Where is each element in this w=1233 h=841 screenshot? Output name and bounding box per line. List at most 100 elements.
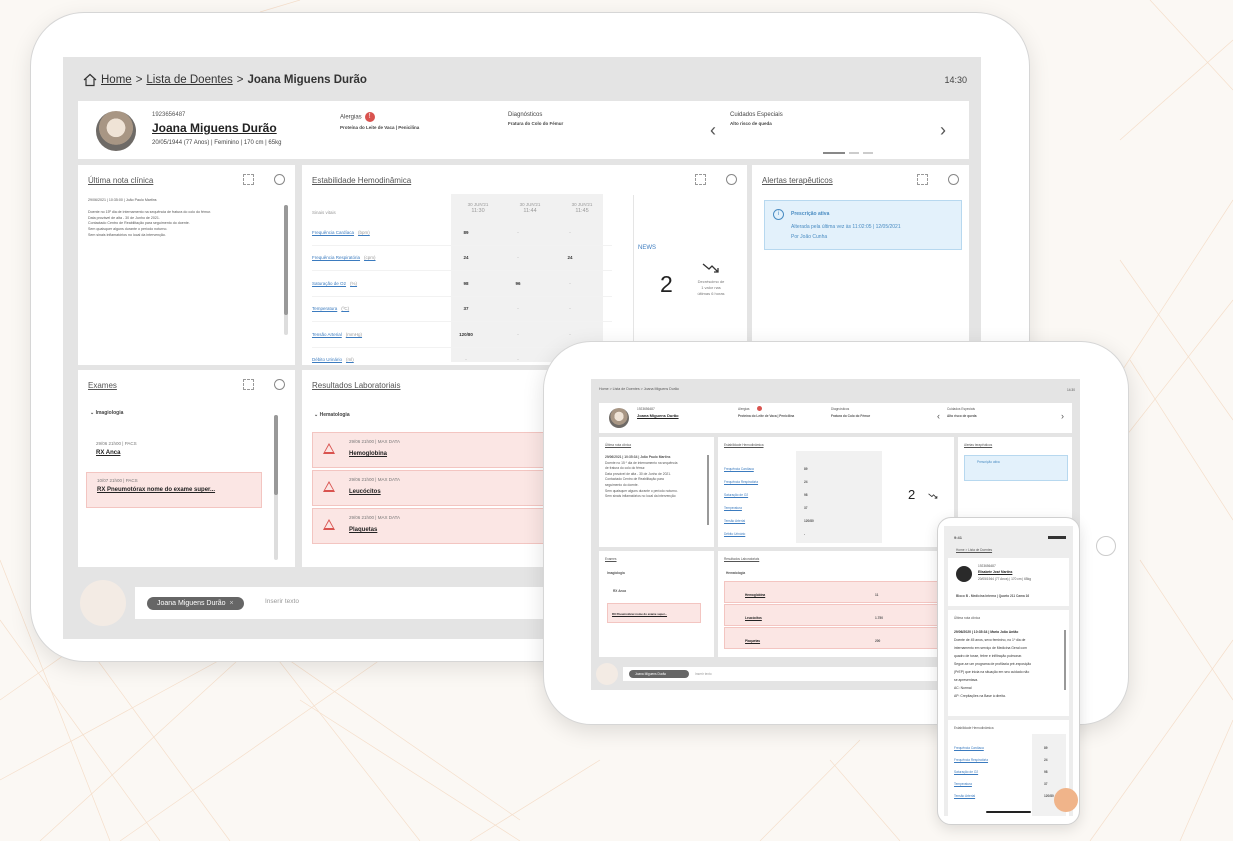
expand-icon[interactable] xyxy=(917,174,928,185)
lab-result-row[interactable]: Hemoglobina 11 xyxy=(724,581,946,603)
patient-avatar xyxy=(956,566,972,582)
scrollbar[interactable] xyxy=(284,205,288,335)
home-icon[interactable] xyxy=(83,73,97,87)
hemodynamic-card: Estabilidade Hemodinâmica Frequência Car… xyxy=(948,720,1069,816)
breadcrumb-home[interactable]: Home xyxy=(101,74,132,86)
patient-chip[interactable]: Joana Miguens Durão × xyxy=(147,597,244,610)
patient-avatar xyxy=(609,408,629,428)
carousel-prev-button[interactable]: ‹ xyxy=(710,120,716,141)
floating-action-button[interactable] xyxy=(1054,788,1078,812)
carousel-dot[interactable] xyxy=(863,152,873,154)
trend-down-icon xyxy=(702,263,719,273)
chip-close-icon[interactable]: × xyxy=(230,600,234,607)
exams-group[interactable]: ⌄ Imagiologia xyxy=(90,410,123,416)
labs-group[interactable]: ⌄ Hematologia xyxy=(314,412,350,418)
last-note-body: 29/06/2021 | 10:35:34 | João Paulo Marti… xyxy=(605,455,678,499)
settings-icon[interactable] xyxy=(726,174,737,185)
expand-icon[interactable] xyxy=(243,174,254,185)
lab-result-row[interactable]: 29/06 21h00 | MAX DATA Hemoglobina xyxy=(312,432,554,468)
last-note-title[interactable]: Última nota clínica xyxy=(88,176,153,185)
vitals-row: Saturação de O2 (%) 98 96- xyxy=(312,271,612,297)
patient-id: 1923656487 xyxy=(152,112,186,118)
scrollbar[interactable] xyxy=(274,415,278,560)
clock: 14:30 xyxy=(944,75,967,85)
patient-avatar xyxy=(96,111,136,151)
warning-icon xyxy=(323,443,335,454)
special-care-section: Cuidados Especiais Alto risco de queda xyxy=(730,112,783,126)
lab-result-row[interactable]: 29/06 21h00 | MAX DATA Plaquetas xyxy=(312,508,554,544)
scrollbar[interactable] xyxy=(707,455,709,525)
home-button[interactable] xyxy=(1096,536,1116,556)
settings-icon[interactable] xyxy=(274,174,285,185)
exams-card: Exames ⌄ Imagiologia 29/06 21h00 | PACS … xyxy=(78,370,295,575)
last-note-body: 29/06/2020 | 10:35:34 | Maria João Antão… xyxy=(954,630,1032,698)
vitals-row: Frequência Cardíaca (bpm) 89- - xyxy=(312,220,612,246)
carousel-dot[interactable] xyxy=(849,152,859,154)
breadcrumb-patient-list[interactable]: Lista de Doentes xyxy=(146,74,232,86)
vitals-row: Temperatura (ºC) 37- - xyxy=(312,297,612,322)
patient-chip[interactable]: Joana Miguens Durão xyxy=(629,670,689,678)
warning-icon xyxy=(323,481,335,492)
lab-result-row[interactable]: Plaquetas 200 xyxy=(724,627,946,649)
patient-name[interactable]: Elisabete José Martins xyxy=(978,570,1012,574)
last-note-line: 29/06/2021 | 10:35:00 | João Paulo Marti… xyxy=(88,198,157,202)
patient-info: 20/05/1944 (77 Anos) | Feminino | 170 cm… xyxy=(152,140,282,146)
trend-down-icon xyxy=(928,493,938,499)
breadcrumb[interactable]: Home > Lista de Doentes > Joana Miguens … xyxy=(599,387,679,391)
exam-item-alert[interactable]: 10/07 21h00 | PACS RX Pneumotórax nome d… xyxy=(86,472,262,508)
therapeutic-alerts-card: Alertas terapêuticos i Prescrição ativa … xyxy=(752,165,969,365)
news-score: 2 xyxy=(908,487,916,502)
expand-icon[interactable] xyxy=(695,174,706,185)
info-icon: i xyxy=(773,209,784,220)
lab-result-row[interactable]: 29/06 21h00 | MAX DATA Leucócitos xyxy=(312,470,554,506)
alerts-title[interactable]: Alertas terapêuticos xyxy=(762,176,833,185)
patient-header: 1923656487 Joana Miguens Durão Alergias … xyxy=(599,403,1072,433)
allergies-alert-badge[interactable] xyxy=(757,406,762,411)
user-avatar-button[interactable] xyxy=(80,580,126,626)
note-input[interactable]: Joana Miguens Durão × Inserir texto xyxy=(135,587,575,619)
active-prescription-alert[interactable]: Prescrição ativa xyxy=(964,455,1068,481)
hemodynamic-title[interactable]: Estabilidade Hemodinâmica xyxy=(312,176,411,185)
exam-item-alert[interactable]: RX Pneumotórax nome do exame super... xyxy=(607,603,701,623)
active-prescription-alert[interactable]: i Prescrição ativa Alterada pela última … xyxy=(764,200,962,250)
last-note-line: Sem sinais inflamatórios no local da int… xyxy=(88,232,166,237)
status-icons xyxy=(1048,536,1066,539)
settings-icon[interactable] xyxy=(948,174,959,185)
patient-name[interactable]: Joana Miguens Durão xyxy=(152,121,277,135)
exams-title[interactable]: Exames xyxy=(88,381,117,390)
patient-name[interactable]: Joana Miguens Durão xyxy=(637,413,679,418)
expand-icon[interactable] xyxy=(243,379,254,390)
vitals-row: Tensão Arterial (mmHg) 120/80- - xyxy=(312,322,612,348)
news-label[interactable]: NEWS xyxy=(638,245,656,251)
settings-icon[interactable] xyxy=(274,379,285,390)
allergies-section: Alergias! Proteína do Leite de Vaca | Pe… xyxy=(340,112,419,130)
exam-item[interactable]: RX Anca xyxy=(613,589,626,593)
patient-header: 1923656487 Joana Miguens Durão 20/05/194… xyxy=(78,101,969,159)
carousel-next-button[interactable]: › xyxy=(940,120,946,141)
allergies-alert-badge[interactable]: ! xyxy=(364,112,375,122)
last-note-card: Última nota clínica 29/06/2021 | 10:35:3… xyxy=(599,437,714,547)
scrollbar[interactable] xyxy=(1064,630,1066,690)
carousel-next-button[interactable]: › xyxy=(1061,411,1064,421)
allergies-value: Proteína do Leite de Vaca | Penicilina xyxy=(340,125,420,130)
diagnoses-section: Diagnósticos Fratura do Colo do Fémur xyxy=(508,112,563,126)
breadcrumb-separator: > xyxy=(236,74,244,86)
readings-column-shade xyxy=(796,451,882,543)
last-note-card: Última nota clínica 29/06/2021 | 10:35:0… xyxy=(78,165,295,365)
reading-column-header: 30 JUN'21 11:30 xyxy=(467,202,489,214)
home-indicator xyxy=(986,811,1031,813)
vitals-row: Frequência Respiratória (cpm) 24-24 xyxy=(312,246,612,271)
vitals-header-label: Sinais vitais xyxy=(312,210,336,215)
lab-result-row[interactable]: Leucócitos 1.750 xyxy=(724,604,946,626)
user-avatar-button[interactable] xyxy=(596,663,618,685)
breadcrumb[interactable]: Home > Lista de Doentes xyxy=(956,548,992,552)
note-input[interactable]: Joana Miguens Durão Inserir texto xyxy=(623,667,953,681)
news-trend-text: Decréscimo de 1 valor nas últimas 6 horas xyxy=(697,279,725,296)
last-note-card: Última nota clínica 29/06/2020 | 10:35:3… xyxy=(948,610,1069,716)
phone-device-frame: 9:41 Home > Lista de Doentes 1923656487 … xyxy=(937,517,1080,825)
exam-item[interactable]: 29/06 21h00 | PACS RX Anca xyxy=(86,438,260,472)
carousel-prev-button[interactable]: ‹ xyxy=(937,411,940,421)
labs-title[interactable]: Resultados Laboratoriais xyxy=(312,381,401,390)
carousel-dot[interactable] xyxy=(823,152,845,154)
hemodynamic-card: Estabilidade Hemodinâmica Frequência Car… xyxy=(718,437,954,547)
